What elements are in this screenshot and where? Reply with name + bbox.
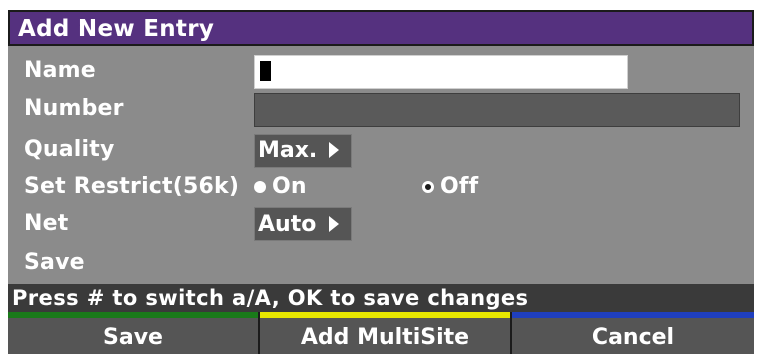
- softkey-color-bar: [512, 312, 754, 318]
- radio-icon: [254, 181, 266, 193]
- name-input[interactable]: [254, 55, 628, 89]
- quality-value: Max.: [258, 138, 318, 163]
- set-restrict-on-label: On: [272, 174, 307, 199]
- triangle-right-icon: [329, 216, 339, 232]
- set-restrict-off-radio[interactable]: Off: [422, 172, 502, 202]
- number-input[interactable]: [254, 93, 740, 127]
- text-cursor-icon: [260, 61, 271, 81]
- net-label: Net: [24, 211, 69, 236]
- softkey-cancel-label: Cancel: [591, 325, 675, 350]
- softkey-add-multisite[interactable]: Add MultiSite: [260, 312, 510, 354]
- softkey-color-bar: [8, 312, 258, 318]
- net-value: Auto: [258, 212, 317, 237]
- number-label: Number: [24, 96, 124, 121]
- status-hint-text: Press # to switch a/A, OK to save change…: [12, 286, 529, 310]
- dialog-screen: Add New Entry Name Number Quality Max. S…: [0, 0, 758, 354]
- softkey-cancel[interactable]: Cancel: [512, 312, 754, 354]
- softkey-color-bar: [260, 312, 510, 318]
- dialog-title: Add New Entry: [18, 16, 215, 42]
- softkey-save-label: Save: [103, 325, 163, 350]
- softkey-add-multisite-label: Add MultiSite: [300, 325, 470, 350]
- radio-checked-icon: [422, 181, 434, 193]
- set-restrict-on-radio[interactable]: On: [254, 172, 334, 202]
- softkey-save[interactable]: Save: [8, 312, 258, 354]
- save-row-item[interactable]: Save: [24, 249, 85, 277]
- name-label: Name: [24, 58, 96, 83]
- quality-label: Quality: [24, 137, 115, 162]
- triangle-right-icon: [329, 142, 339, 158]
- set-restrict-label: Set Restrict(56k): [24, 174, 240, 199]
- set-restrict-off-label: Off: [440, 174, 479, 199]
